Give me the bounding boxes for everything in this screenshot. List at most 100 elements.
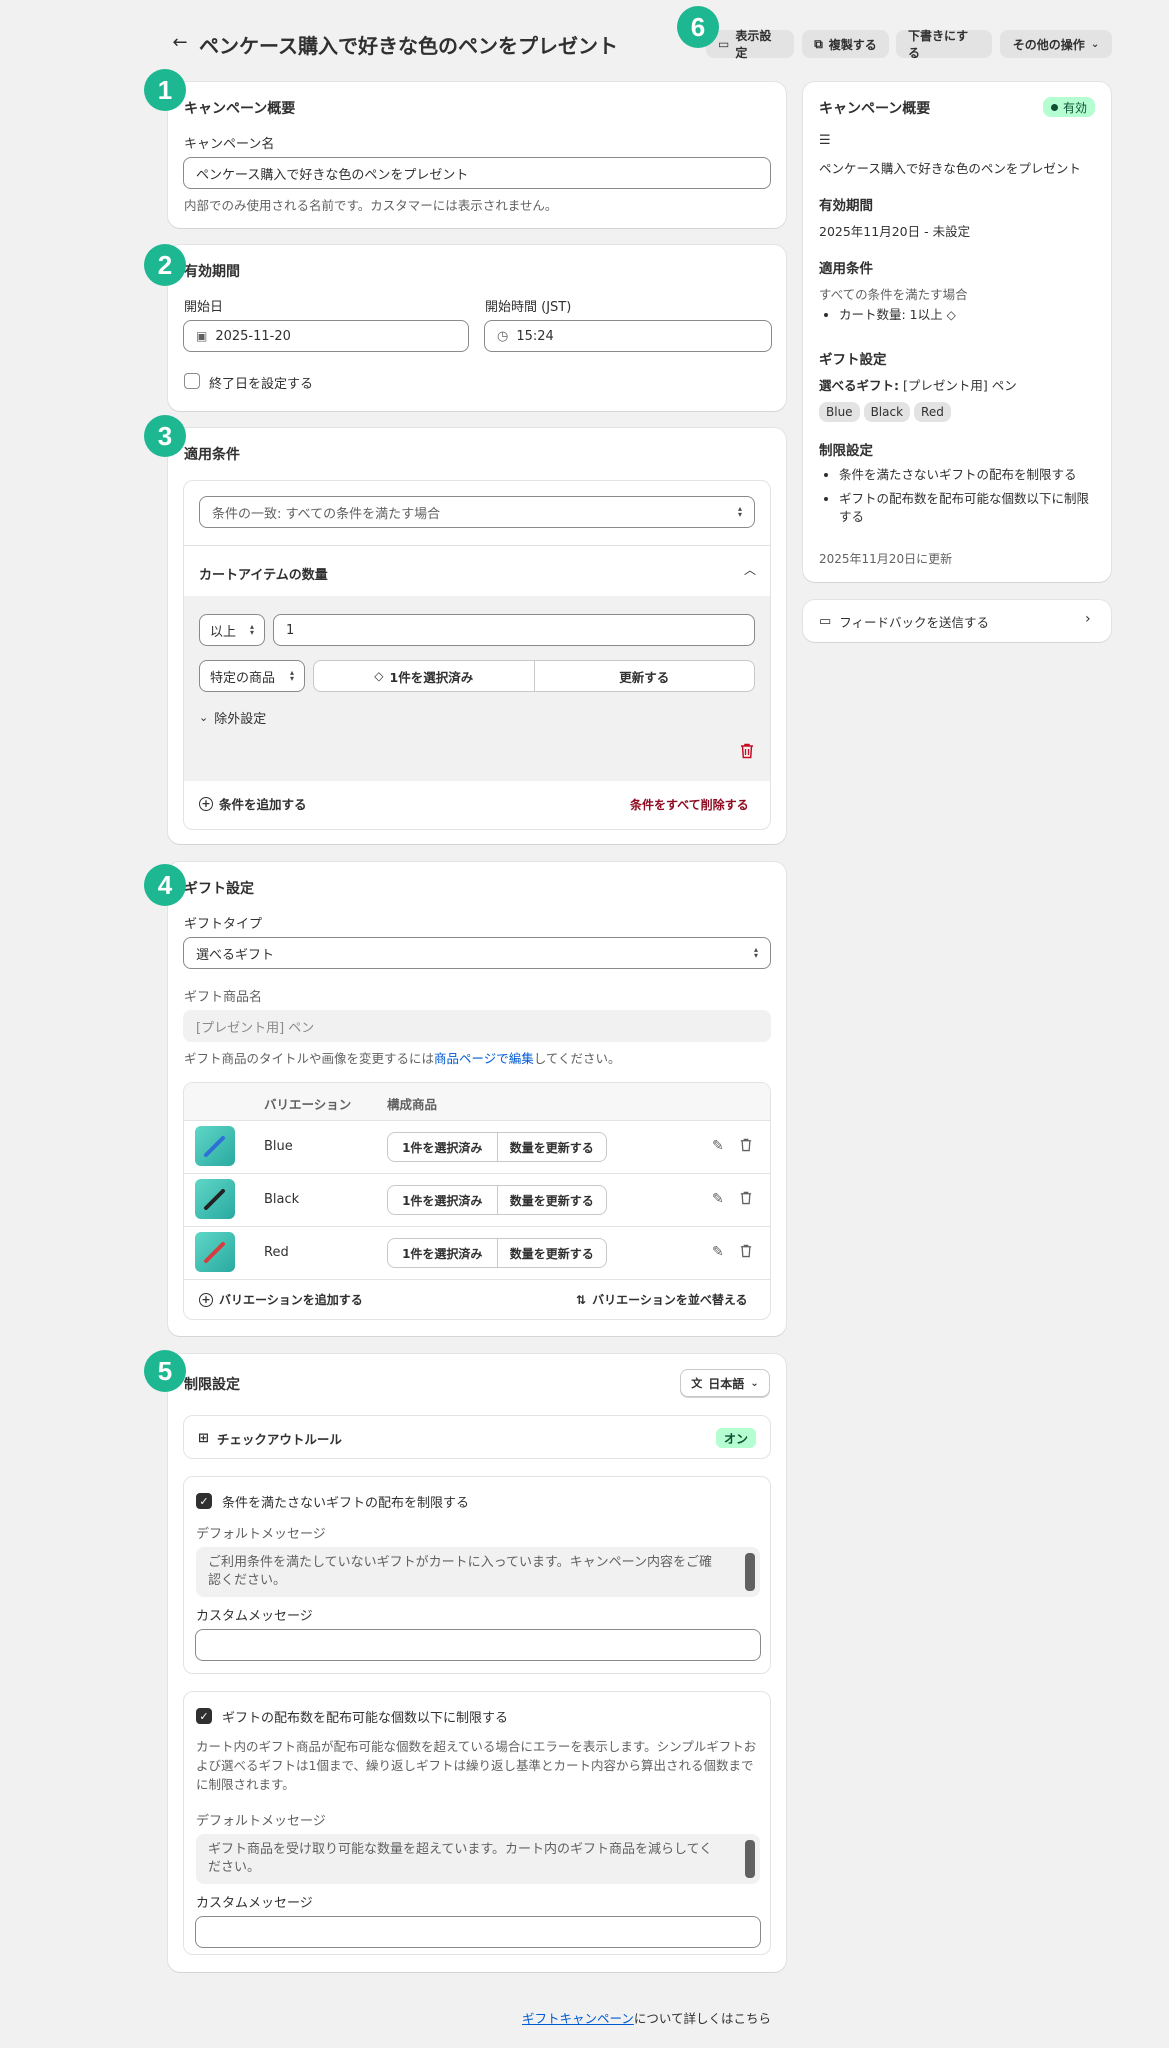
checkout-rule-box: ⊞ チェックアウトルール オン — [183, 1415, 771, 1459]
conditions-heading: 適用条件 — [184, 447, 240, 463]
scrollbar-thumb[interactable] — [745, 1553, 755, 1591]
select-chevron-icon: ▴ ▾ — [737, 504, 742, 519]
rule2-box: ✓ ギフトの配布数を配布可能な個数以下に制限する カート内のギフト商品が配布可能… — [183, 1691, 771, 1955]
marker-4: 4 — [144, 864, 186, 906]
select-chevron-icon: ▴ ▾ — [249, 622, 254, 637]
rule2-label: ギフトの配布数を配布可能な個数以下に制限する — [222, 1711, 509, 1726]
component-button-group: 1件を選択済み 数量を更新する — [387, 1132, 607, 1162]
cart-qty-heading: カートアイテムの数量 — [199, 568, 328, 583]
quantity-input[interactable]: 1 — [273, 614, 755, 646]
update-quantity-button[interactable]: 数量を更新する — [498, 1133, 607, 1161]
chevron-down-icon: ⌄ — [750, 1377, 759, 1389]
start-date-input[interactable]: ▣ 2025-11-20 — [183, 320, 469, 352]
conditions-card: 適用条件 条件の一致: すべての条件を満たす場合 ▴ ▾ カートアイテムの数量 ︿… — [168, 428, 786, 844]
sort-variation-button[interactable]: ⇅ バリエーションを並べ替える — [576, 1291, 747, 1308]
add-condition-button[interactable]: + 条件を追加する — [199, 794, 307, 813]
marker-1: 1 — [144, 69, 186, 111]
edit-icon[interactable]: ✎ — [712, 1138, 724, 1154]
add-variation-button[interactable]: + バリエーションを追加する — [199, 1291, 363, 1308]
summary-card: キャンペーン概要 有効 ☰ ペンケース購入で好きな色のペンをプレゼント 有効期間… — [803, 82, 1111, 582]
apps-icon: ⊞ — [198, 1431, 209, 1446]
variation-pill: Red — [914, 402, 951, 422]
edit-icon[interactable]: ✎ — [712, 1191, 724, 1207]
display-icon: ▭ — [718, 37, 730, 51]
start-time-input[interactable]: ◷ 15:24 — [484, 320, 772, 352]
rule2-description: カート内のギフト商品が配布可能な個数を超えている場合にエラーを表示します。シンプ… — [196, 1739, 757, 1792]
selected-component-button[interactable]: 1件を選択済み — [388, 1186, 498, 1214]
selected-component-button[interactable]: 1件を選択済み — [388, 1133, 498, 1161]
update-quantity-button[interactable]: 数量を更新する — [498, 1186, 607, 1214]
product-page-link[interactable]: 商品ページで編集 — [434, 1051, 534, 1066]
duplicate-button[interactable]: ⧉ 複製する — [802, 30, 889, 58]
trash-icon[interactable] — [740, 1244, 752, 1258]
rule1-checkbox[interactable]: ✓ — [196, 1493, 212, 1509]
more-actions-button[interactable]: その他の操作 ⌄ — [1000, 30, 1112, 58]
variation-pill: Black — [863, 402, 911, 422]
rule2-default-message: ギフト商品を受け取り可能な数量を超えています。カート内のギフト商品を減らしてくだ… — [196, 1834, 760, 1884]
match-select[interactable]: 条件の一致: すべての条件を満たす場合 ▴ ▾ — [199, 496, 755, 528]
summary-campaign-name: ペンケース購入で好きな色のペンをプレゼント — [819, 161, 1081, 176]
summary-period-value: 2025年11月20日 - 未設定 — [819, 224, 971, 239]
gift-campaign-link[interactable]: ギフトキャンペーン — [522, 2011, 634, 2026]
end-date-checkbox[interactable] — [184, 373, 200, 389]
update-quantity-button[interactable]: 数量を更新する — [498, 1239, 607, 1267]
condition-detail-area: 以上 ▴ ▾ 1 特定の商品 ▴ ▾ ◇ 1件を選択済み 更新する ⌄ 除外設定 — [184, 596, 770, 781]
trash-icon[interactable] — [740, 1191, 752, 1205]
rule2-checkbox[interactable]: ✓ — [196, 1708, 212, 1724]
feedback-button[interactable]: ▭ フィードバックを送信する › — [803, 600, 1111, 642]
tag-icon: ◇ — [946, 308, 956, 322]
summary-period-heading: 有効期間 — [819, 198, 873, 214]
update-products-button[interactable]: 更新する — [535, 661, 755, 691]
rule1-default-label: デフォルトメッセージ — [196, 1527, 326, 1542]
summary-pills: Blue Black Red — [819, 402, 955, 422]
limits-heading: 制限設定 — [184, 1377, 240, 1393]
rule1-custom-input[interactable] — [195, 1629, 761, 1661]
selected-component-button[interactable]: 1件を選択済み — [388, 1239, 498, 1267]
gift-type-select[interactable]: 選べるギフト ▴ ▾ — [183, 937, 771, 969]
scrollbar-thumb[interactable] — [745, 1840, 755, 1878]
delete-all-conditions-button[interactable]: 条件をすべて削除する — [630, 796, 749, 813]
summary-heading: キャンペーン概要 — [819, 101, 931, 117]
edit-icon[interactable]: ✎ — [712, 1244, 724, 1260]
checkout-status-badge: オン — [716, 1428, 757, 1448]
trash-icon[interactable] — [739, 742, 755, 760]
summary-cond-item: カート数量: 1以上 ◇ — [839, 306, 1099, 324]
draft-button[interactable]: 下書きにする — [896, 29, 992, 60]
variation-table: バリエーション 構成商品 Blue 1件を選択済み 数量を更新する ✎ Blac… — [183, 1082, 771, 1320]
campaign-name-input[interactable]: ペンケース購入で好きな色のペンをプレゼント — [183, 157, 771, 189]
select-chevron-icon: ▴ ▾ — [289, 668, 294, 683]
display-settings-button[interactable]: ▭ 表示設定 — [706, 29, 794, 60]
rule1-custom-label: カスタムメッセージ — [196, 1609, 313, 1624]
back-arrow-icon[interactable]: ← — [170, 32, 190, 53]
summary-limit-list: 条件を満たさないギフトの配布を制限する ギフトの配布数を配布可能な個数以下に制限… — [819, 466, 1101, 532]
end-date-checkbox-label: 終了日を設定する — [209, 377, 314, 392]
calendar-icon: ▣ — [196, 329, 208, 343]
language-selector[interactable]: 文 日本語 ⌄ — [680, 1369, 770, 1397]
chevron-right-icon: › — [1085, 611, 1091, 627]
gift-type-label: ギフトタイプ — [184, 917, 263, 932]
page-title: ペンケース購入で好きな色のペンをプレゼント — [199, 34, 618, 58]
table-row: Black 1件を選択済み 数量を更新する ✎ — [184, 1174, 770, 1226]
trash-icon[interactable] — [740, 1138, 752, 1152]
gift-heading: ギフト設定 — [184, 881, 254, 897]
chevron-up-icon[interactable]: ︿ — [744, 561, 756, 578]
operator-select[interactable]: 以上 ▴ ▾ — [199, 614, 265, 646]
footer-help: ギフトキャンペーンについて詳しくはこちら — [522, 2011, 772, 2026]
summary-updated: 2025年11月20日に更新 — [819, 552, 953, 566]
summary-cond-desc: すべての条件を満たす場合 — [819, 287, 968, 302]
variation-name: Black — [264, 1192, 300, 1207]
pen-image — [195, 1232, 235, 1272]
selected-products-button[interactable]: ◇ 1件を選択済み — [314, 661, 535, 691]
column-components: 構成商品 — [387, 1097, 438, 1112]
product-scope-select[interactable]: 特定の商品 ▴ ▾ — [199, 660, 305, 692]
exclusion-toggle[interactable]: ⌄ 除外設定 — [199, 708, 266, 727]
marker-3: 3 — [144, 415, 186, 457]
gift-product-name-label: ギフト商品名 — [184, 990, 263, 1005]
overview-heading: キャンペーン概要 — [184, 101, 296, 117]
select-chevron-icon: ▴ ▾ — [753, 945, 758, 960]
status-badge: 有効 — [1043, 97, 1096, 117]
summary-gift-line: 選べるギフト: [プレゼント用] ペン — [819, 378, 1017, 393]
rule2-custom-input[interactable] — [195, 1916, 761, 1948]
rule1-default-message: ご利用条件を満たしていないギフトがカートに入っています。キャンペーン内容をご確認… — [196, 1547, 760, 1597]
marker-5: 5 — [144, 1350, 186, 1392]
